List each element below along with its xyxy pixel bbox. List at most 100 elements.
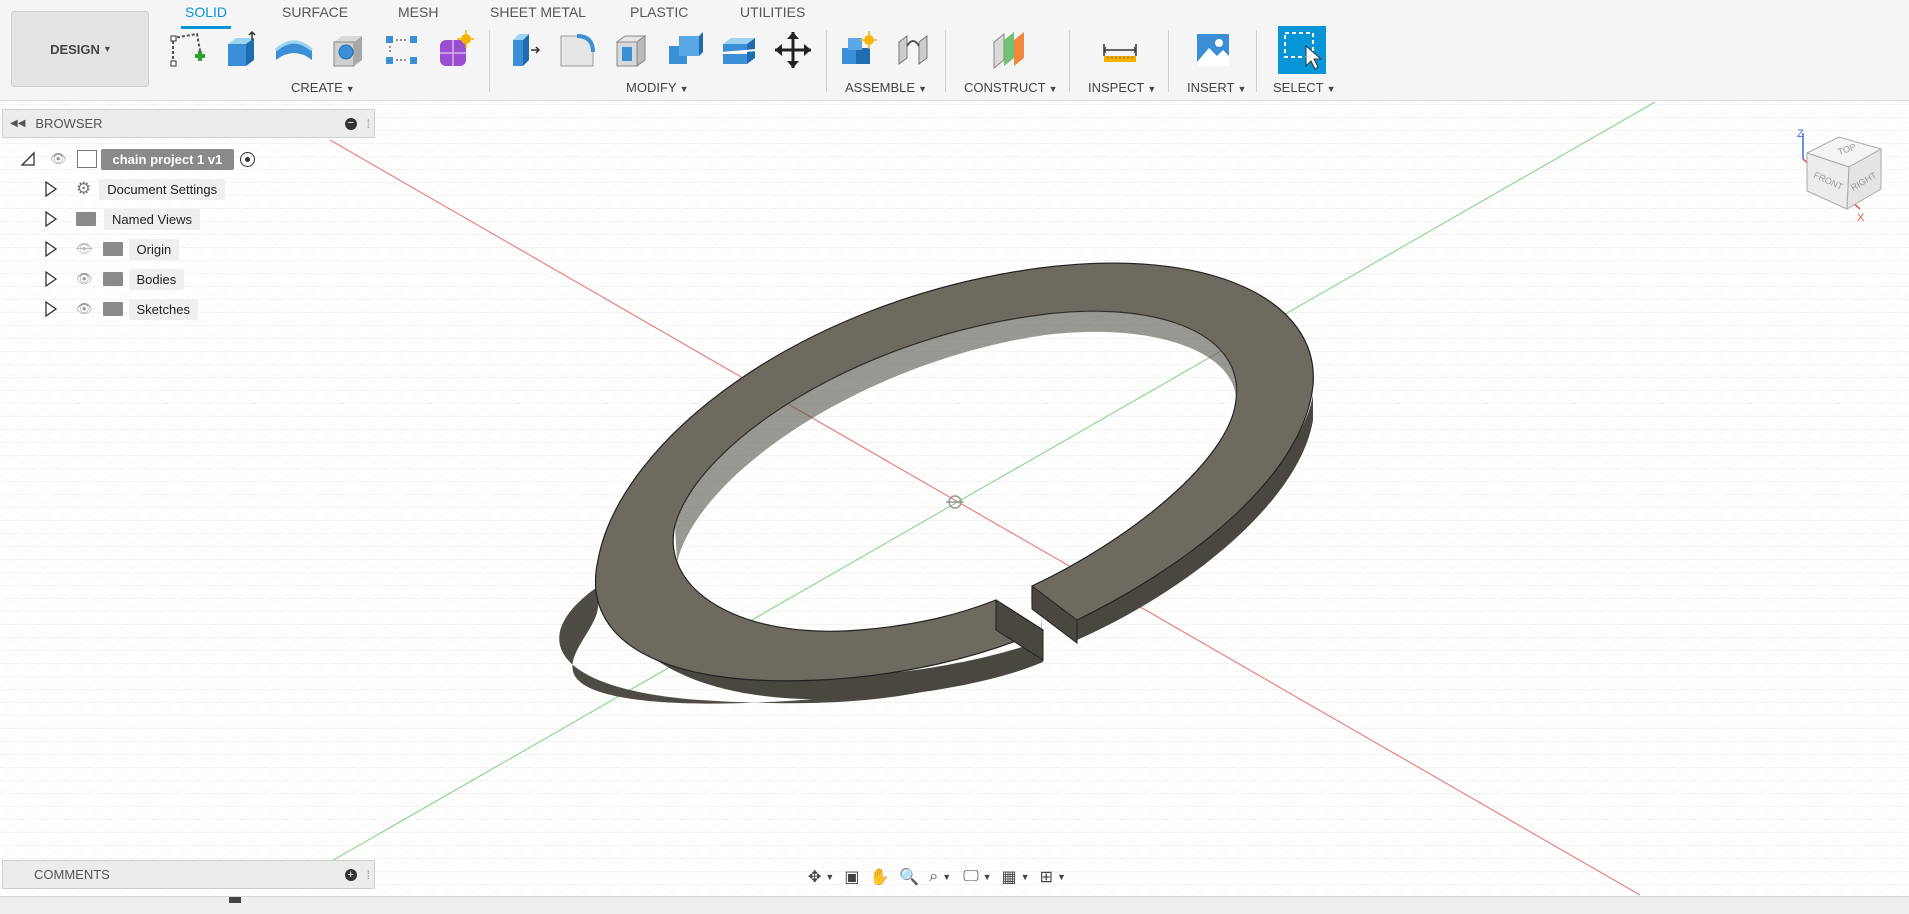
expand-triangle-icon[interactable] xyxy=(44,211,58,227)
create-form-icon[interactable] xyxy=(432,27,476,73)
chevron-down-icon[interactable]: ▼ xyxy=(983,872,992,882)
fit-icon[interactable]: ⌕ xyxy=(929,868,938,886)
eye-icon[interactable]: 👁 xyxy=(50,151,67,167)
status-bar xyxy=(0,896,1909,914)
grid-settings-icon[interactable]: ▦ xyxy=(1002,867,1017,887)
pattern-icon[interactable] xyxy=(380,27,424,73)
minimize-icon[interactable]: − xyxy=(344,117,357,130)
expand-triangle-icon[interactable] xyxy=(44,271,58,287)
insert-image-icon[interactable] xyxy=(1191,27,1235,73)
chevron-down-icon: ▼ xyxy=(918,84,928,94)
folder-icon xyxy=(102,272,123,286)
construct-label: CONSTRUCT xyxy=(964,80,1046,95)
measure-icon[interactable] xyxy=(1098,27,1142,73)
move-icon[interactable] xyxy=(771,27,815,73)
assemble-menu[interactable]: ASSEMBLE ▼ xyxy=(845,80,927,95)
add-comment-icon[interactable]: + xyxy=(344,868,357,881)
chevron-down-icon[interactable]: ▼ xyxy=(1057,872,1066,882)
tab-solid[interactable]: SOLID xyxy=(181,2,232,29)
navigation-bar: ✥ ▼ ▣ ✋ 🔍 ⌕ ▼ 🖵 ▼ ▦ ▼ ⊞ ▼ xyxy=(808,860,1104,894)
chevron-down-icon[interactable]: ▼ xyxy=(942,872,951,882)
chevron-down-icon: ▼ xyxy=(679,84,689,94)
create-label: CREATE xyxy=(291,80,343,95)
chevron-down-icon[interactable]: ▼ xyxy=(1021,872,1030,882)
viewcube[interactable]: TOP FRONT RIGHT Z X xyxy=(1795,128,1895,224)
chevron-down-icon: ▾ xyxy=(104,43,110,55)
tab-plastic[interactable]: PLASTIC xyxy=(626,2,692,26)
chevron-down-icon: ▼ xyxy=(1048,84,1058,94)
insert-label: INSERT xyxy=(1187,80,1235,95)
tab-surface[interactable]: SURFACE xyxy=(278,2,352,26)
browser-item-named-views[interactable]: Named Views xyxy=(44,207,200,231)
extrude-icon[interactable] xyxy=(218,27,262,73)
root-component-name[interactable]: chain project 1 v1 xyxy=(100,148,235,170)
select-label: SELECT xyxy=(1273,80,1324,95)
browser-item-origin[interactable]: 👁 Origin xyxy=(44,237,180,261)
expand-triangle-icon[interactable] xyxy=(44,301,58,317)
tab-sheet-metal[interactable]: SHEET METAL xyxy=(486,2,590,26)
panel-pin-icon[interactable]: ⁞ xyxy=(367,868,370,882)
inspect-menu[interactable]: INSPECT ▼ xyxy=(1088,80,1156,95)
inspect-label: INSPECT xyxy=(1088,80,1145,95)
press-pull-icon[interactable] xyxy=(501,27,545,73)
tab-utilities[interactable]: UTILITIES xyxy=(736,2,809,26)
tab-mesh[interactable]: MESH xyxy=(394,2,442,26)
x-axis-label: X xyxy=(1857,212,1865,224)
timeline-marker-icon[interactable] xyxy=(229,897,241,903)
split-body-icon[interactable] xyxy=(717,27,761,73)
browser-panel-header[interactable]: ◀◀ BROWSER − ⁞ xyxy=(2,109,375,138)
viewports-icon[interactable]: ⊞ xyxy=(1040,867,1053,887)
chevron-down-icon: ▼ xyxy=(1326,84,1336,94)
chevron-down-icon: ▼ xyxy=(345,84,355,94)
collapse-left-icon[interactable]: ◀◀ xyxy=(10,118,25,129)
browser-item-bodies[interactable]: 👁 Bodies xyxy=(44,267,185,291)
browser-item-document-settings[interactable]: ⚙ Document Settings xyxy=(44,177,226,201)
hole-icon[interactable] xyxy=(326,27,370,73)
eye-icon[interactable]: 👁 xyxy=(76,271,93,287)
component-icon xyxy=(76,150,97,168)
new-component-icon[interactable] xyxy=(836,27,880,73)
comments-panel-header[interactable]: COMMENTS + ⁞ xyxy=(2,860,375,889)
fillet-icon[interactable] xyxy=(555,27,599,73)
separator xyxy=(826,30,827,92)
expand-triangle-icon[interactable] xyxy=(44,181,58,197)
workspace-label: DESIGN xyxy=(50,41,100,57)
create-sketch-icon[interactable] xyxy=(165,27,209,73)
activate-radio-icon[interactable] xyxy=(240,151,256,167)
ground-grid-cross xyxy=(0,101,1909,896)
browser-root-row[interactable]: 👁 chain project 1 v1 xyxy=(20,147,256,171)
combine-icon[interactable] xyxy=(663,27,707,73)
chevron-down-icon: ▼ xyxy=(1147,84,1157,94)
offset-plane-icon[interactable] xyxy=(988,27,1032,73)
orbit-icon[interactable]: ✥ xyxy=(808,867,821,887)
folder-icon xyxy=(102,242,123,256)
shell-icon[interactable] xyxy=(609,27,653,73)
eye-hidden-icon[interactable]: 👁 xyxy=(76,241,93,257)
select-menu[interactable]: SELECT ▼ xyxy=(1273,80,1336,95)
expand-triangle-icon[interactable] xyxy=(44,241,58,257)
construct-menu[interactable]: CONSTRUCT ▼ xyxy=(964,80,1058,95)
eye-icon[interactable]: 👁 xyxy=(76,301,93,317)
viewport-3d[interactable]: TOP FRONT RIGHT Z X xyxy=(0,101,1909,896)
browser-item-label: Bodies xyxy=(128,268,185,290)
revolve-icon[interactable] xyxy=(272,27,316,73)
insert-menu[interactable]: INSERT ▼ xyxy=(1187,80,1246,95)
select-icon[interactable] xyxy=(1278,26,1326,74)
create-menu[interactable]: CREATE ▼ xyxy=(291,80,355,95)
pan-icon[interactable]: ✋ xyxy=(869,867,889,887)
panel-pin-icon[interactable]: ⁞ xyxy=(367,117,370,131)
separator xyxy=(489,30,490,92)
assemble-label: ASSEMBLE xyxy=(845,80,916,95)
browser-item-label: Origin xyxy=(128,238,180,260)
gear-icon: ⚙ xyxy=(76,179,92,198)
browser-item-sketches[interactable]: 👁 Sketches xyxy=(44,297,198,321)
look-at-icon[interactable]: ▣ xyxy=(844,867,859,887)
workspace-switcher[interactable]: DESIGN ▾ xyxy=(11,11,149,87)
collapse-triangle-icon[interactable] xyxy=(20,151,36,167)
joint-icon[interactable] xyxy=(891,27,935,73)
chevron-down-icon[interactable]: ▼ xyxy=(825,872,834,882)
display-settings-icon[interactable]: 🖵 xyxy=(963,868,978,886)
model-canvas xyxy=(0,101,1909,896)
modify-menu[interactable]: MODIFY ▼ xyxy=(626,80,688,95)
zoom-icon[interactable]: 🔍 xyxy=(899,867,919,887)
